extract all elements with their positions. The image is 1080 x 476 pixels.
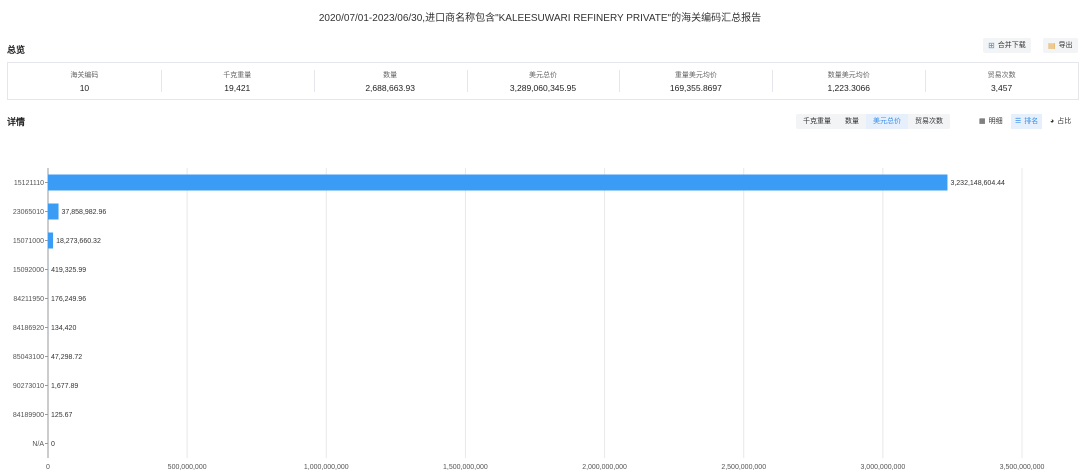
stat-label: 海关编码 [70,71,99,79]
summary-panel: 海关编码 10 千克重量 19,421 数量 2,688,663.93 美元总价… [7,62,1079,100]
stat-value: 169,355.8697 [669,82,722,93]
merge-download-button[interactable]: ⊞ 合并下载 [983,38,1031,53]
stat-quantity: 数量 2,688,663.93 [313,63,467,99]
overview-label: 总览 [7,45,26,55]
view-rank-button[interactable]: ☰ 排名 [1011,114,1043,129]
stat-value: 19,421 [224,82,251,93]
bar-chart-icon: ☰ [1015,118,1022,125]
grid-download-icon: ⊞ [988,40,995,50]
view-ratio-label: 占比 [1057,118,1072,125]
x-tick-label: 1,000,000,000 [304,464,349,471]
stat-kg-weight: 千克重量 19,421 [160,63,314,99]
stat-value: 3,289,060,345.95 [509,82,577,93]
category-label: 90273010 [13,383,44,390]
category-label: 15071000 [13,238,44,245]
stat-weight-usd-avg: 重量美元均价 169,355.8697 [619,63,772,99]
value-label: 18,273,660.32 [56,238,101,245]
view-detail-button[interactable]: ▦ 明细 [975,114,1007,129]
stat-label: 美元总价 [529,71,557,79]
view-detail-label: 明细 [988,118,1003,125]
value-label: 1,677.89 [51,383,78,390]
stat-trade-count: 贸易次数 3,457 [925,63,1078,99]
stat-quantity-usd-avg: 数量美元均价 1,223.3066 [772,63,925,99]
stat-label: 数量美元均价 [827,71,870,79]
stat-label: 贸易次数 [987,71,1016,79]
bar [48,232,54,249]
category-label: 23065010 [13,209,44,216]
x-tick-label: 500,000,000 [168,464,207,471]
tab-kg-weight[interactable]: 千克重量 [796,114,838,129]
category-label: 84189900 [13,412,44,419]
export-icon: ▤ [1048,40,1056,50]
stat-label: 重量美元均价 [674,71,717,79]
stat-value: 3,457 [990,82,1013,93]
export-label: 导出 [1058,42,1073,49]
stat-value: 1,223.3066 [827,82,870,93]
x-tick-label: 3,000,000,000 [860,464,905,471]
tab-usd-total[interactable]: 美元总价 [866,114,908,129]
metric-tabs: 千克重量 数量 美元总价 贸易次数 [796,114,950,129]
table-icon: ▦ [979,118,986,125]
value-label: 3,232,148,604.44 [950,180,1005,187]
x-tick-label: 2,500,000,000 [721,464,766,471]
pie-chart-icon: ◕ [1050,118,1055,125]
x-tick-label: 1,500,000,000 [443,464,488,471]
merge-download-label: 合并下载 [997,42,1026,49]
category-label: N/A [32,441,44,448]
value-label: 0 [51,441,55,448]
page-title: 2020/07/01-2023/06/30,进口商名称包含"KALEESUWAR… [318,13,762,24]
category-label: 84211950 [13,296,44,303]
x-tick-label: 3,500,000,000 [1000,464,1045,471]
bar [48,203,59,220]
stat-label: 数量 [383,71,398,79]
tab-trade-count[interactable]: 贸易次数 [908,114,950,129]
stat-value: 10 [79,82,90,93]
stat-hs-codes: 海关编码 10 [8,63,161,99]
category-label: 15121110 [14,180,44,187]
category-label: 85043100 [13,354,44,361]
value-label: 125.67 [51,412,73,419]
stat-usd-total: 美元总价 3,289,060,345.95 [466,63,620,99]
stat-value: 2,688,663.93 [365,82,415,93]
bar [48,174,948,191]
details-label: 详情 [7,117,26,127]
view-ratio-button[interactable]: ◕ 占比 [1046,114,1075,129]
stat-label: 千克重量 [223,71,252,79]
value-label: 134,420 [51,325,76,332]
x-tick-label: 2,000,000,000 [582,464,627,471]
x-tick-label: 0 [46,464,50,471]
value-label: 419,325.99 [51,267,86,274]
category-label: 15092000 [13,267,44,274]
category-label: 84186920 [13,325,44,332]
export-button[interactable]: ▤ 导出 [1043,38,1078,53]
value-label: 47,298.72 [51,354,82,361]
value-label: 176,249.96 [51,296,86,303]
view-rank-label: 排名 [1024,118,1039,125]
value-label: 37,858,982.96 [62,209,107,216]
tab-quantity[interactable]: 数量 [838,114,866,129]
